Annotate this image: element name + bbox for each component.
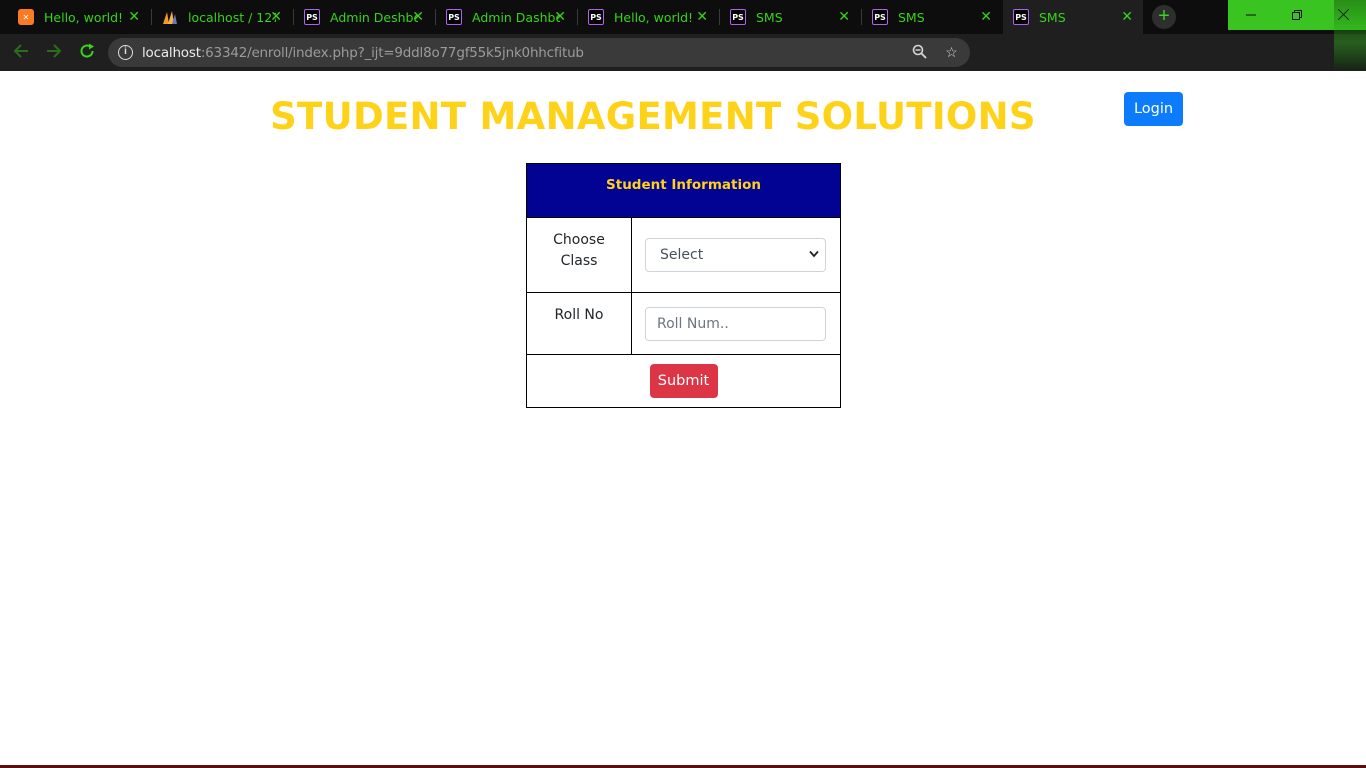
page-title: STUDENT MANAGEMENT SOLUTIONS: [270, 95, 1036, 138]
tab-sms-1[interactable]: PS SMS ✕: [720, 0, 860, 34]
forward-arrow-icon[interactable]: [43, 42, 65, 64]
close-icon[interactable]: ✕: [554, 9, 566, 25]
tab-hello-world-1[interactable]: ✕ Hello, world! ✕: [0, 0, 150, 34]
zoom-icon[interactable]: [911, 44, 928, 61]
tab-label: SMS: [1039, 9, 1066, 25]
info-icon[interactable]: i: [118, 45, 133, 60]
close-icon[interactable]: ✕: [128, 9, 140, 25]
roll-number-input[interactable]: Roll Num..: [645, 306, 826, 341]
login-button[interactable]: Login: [1124, 92, 1183, 126]
new-tab-button[interactable]: +: [1152, 5, 1176, 29]
url-text[interactable]: localhost:63342/enroll/index.php?_ijt=9d…: [142, 45, 584, 61]
tab-label: Admin Deshbo: [330, 9, 418, 25]
tab-sms-2[interactable]: PS SMS ✕: [862, 0, 1002, 34]
table-row: Roll No Roll Num..: [526, 292, 841, 355]
tab-label: SMS: [898, 9, 925, 25]
phpmyadmin-icon: [162, 9, 178, 25]
class-select[interactable]: Select: [645, 238, 826, 272]
tab-sms-active[interactable]: PS SMS ✕: [1003, 0, 1143, 34]
tab-hello-world-2[interactable]: PS Hello, world! ✕: [578, 0, 718, 34]
reload-icon[interactable]: [76, 42, 98, 64]
phpstorm-icon: PS: [588, 9, 604, 25]
table-row: Choose Class Select: [526, 217, 841, 293]
tab-label: Hello, world!: [44, 9, 124, 25]
phpstorm-icon: PS: [730, 9, 746, 25]
phpstorm-icon: PS: [872, 9, 888, 25]
roll-no-label: Roll No: [526, 292, 632, 355]
student-info-table: Student Information Choose Class Select …: [526, 163, 841, 408]
close-icon[interactable]: ✕: [980, 9, 992, 25]
tab-admin-dashboard[interactable]: PS Admin Dashbo ✕: [436, 0, 576, 34]
table-row: Submit: [526, 354, 841, 408]
phpstorm-icon: PS: [304, 9, 320, 25]
close-icon[interactable]: ✕: [270, 9, 282, 25]
url-host: localhost: [142, 45, 201, 61]
table-header: Student Information: [526, 163, 841, 218]
page-content: STUDENT MANAGEMENT SOLUTIONS Login Stude…: [0, 71, 1366, 768]
tab-strip: ✕ Hello, world! ✕ localhost / 127 ✕ PS A…: [0, 0, 1366, 34]
browser-toolbar: i localhost:63342/enroll/index.php?_ijt=…: [0, 34, 1366, 97]
address-bar[interactable]: i localhost:63342/enroll/index.php?_ijt=…: [108, 38, 970, 67]
back-arrow-icon[interactable]: [10, 42, 32, 64]
tab-label: SMS: [756, 9, 783, 25]
choose-class-label: Choose Class: [526, 217, 632, 293]
close-icon[interactable]: ✕: [838, 9, 850, 25]
close-icon[interactable]: ✕: [696, 9, 708, 25]
minimize-button[interactable]: [1228, 0, 1274, 30]
tab-label: localhost / 127: [188, 9, 276, 25]
restore-button[interactable]: [1274, 0, 1320, 30]
tab-phpmyadmin[interactable]: localhost / 127 ✕: [152, 0, 292, 34]
xampp-icon: ✕: [18, 9, 34, 25]
bookmark-star-icon[interactable]: ☆: [943, 44, 960, 61]
chevron-down-icon: [809, 239, 819, 271]
tab-label: Admin Dashbo: [472, 9, 560, 25]
close-icon[interactable]: ✕: [412, 9, 424, 25]
close-icon[interactable]: ✕: [1121, 9, 1133, 25]
submit-button[interactable]: Submit: [649, 364, 718, 398]
url-path: :63342/enroll/index.php?_ijt=9ddl8o77gf5…: [200, 45, 584, 61]
theme-decoration: [1334, 0, 1366, 71]
phpstorm-icon: PS: [1013, 9, 1029, 25]
class-select-value: Select: [660, 247, 704, 263]
tab-admin-deshboard[interactable]: PS Admin Deshbo ✕: [294, 0, 434, 34]
phpstorm-icon: PS: [446, 9, 462, 25]
tab-label: Hello, world!: [614, 9, 694, 25]
